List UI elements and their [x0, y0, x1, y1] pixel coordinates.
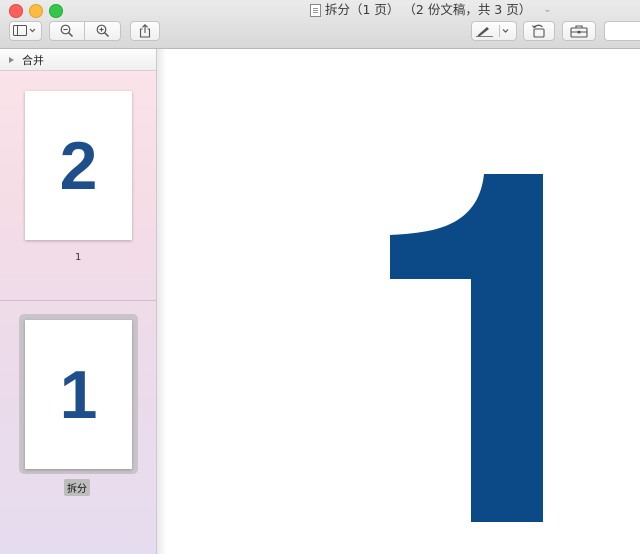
search-field[interactable]: [604, 21, 640, 41]
page-thumbnail[interactable]: 2: [25, 91, 132, 240]
thumbnail-label: 1: [75, 252, 82, 263]
markup-pen-button[interactable]: [471, 21, 517, 41]
zoom-out-icon: [60, 24, 74, 38]
preview-window: 拆分（1 页） （2 份文稿，共 3 页） ⌄ 合并 2 1 1 拆分: [0, 0, 640, 554]
thumbnail-sidebar: 合并 2 1 1 拆分: [0, 49, 157, 554]
close-button[interactable]: [9, 4, 23, 18]
rotate-button[interactable]: [523, 21, 555, 41]
thumbnail-page-glyph: 1: [59, 356, 98, 433]
pen-icon: [476, 25, 509, 37]
document-page-view[interactable]: [157, 49, 640, 554]
toolbox-icon: [570, 25, 588, 38]
chevron-down-icon[interactable]: ⌄: [543, 2, 551, 18]
window-title[interactable]: 拆分（1 页） （2 份文稿，共 3 页） ⌄: [310, 2, 552, 18]
rotate-icon: [532, 24, 545, 38]
window-title-text: 拆分（1 页） （2 份文稿，共 3 页）: [325, 2, 532, 17]
toolbox-button[interactable]: [562, 21, 596, 41]
page-edge-shadow: [157, 49, 167, 554]
share-button[interactable]: [130, 21, 160, 41]
sidebar-toggle-button[interactable]: [9, 21, 42, 41]
document-group-header[interactable]: 合并: [0, 49, 156, 71]
document-divider: [0, 300, 156, 301]
zoom-in-icon: [96, 24, 109, 38]
thumbnail-page-glyph: 2: [59, 127, 98, 204]
zoom-button[interactable]: [49, 4, 63, 18]
group-label: 合并: [22, 53, 44, 67]
sidebar-icon: [13, 25, 36, 36]
zoom-out-button[interactable]: [49, 21, 85, 41]
thumbnail-label-selected: 拆分: [64, 479, 90, 496]
zoom-in-button[interactable]: [84, 21, 121, 41]
share-icon: [139, 24, 151, 38]
page-content-one: [390, 174, 543, 522]
disclosure-triangle-icon[interactable]: [9, 56, 14, 63]
page-thumbnail-selected[interactable]: 1: [25, 320, 132, 469]
document-icon: [310, 3, 321, 17]
window-toolbar: 拆分（1 页） （2 份文稿，共 3 页） ⌄: [0, 0, 640, 49]
minimize-button[interactable]: [29, 4, 43, 18]
